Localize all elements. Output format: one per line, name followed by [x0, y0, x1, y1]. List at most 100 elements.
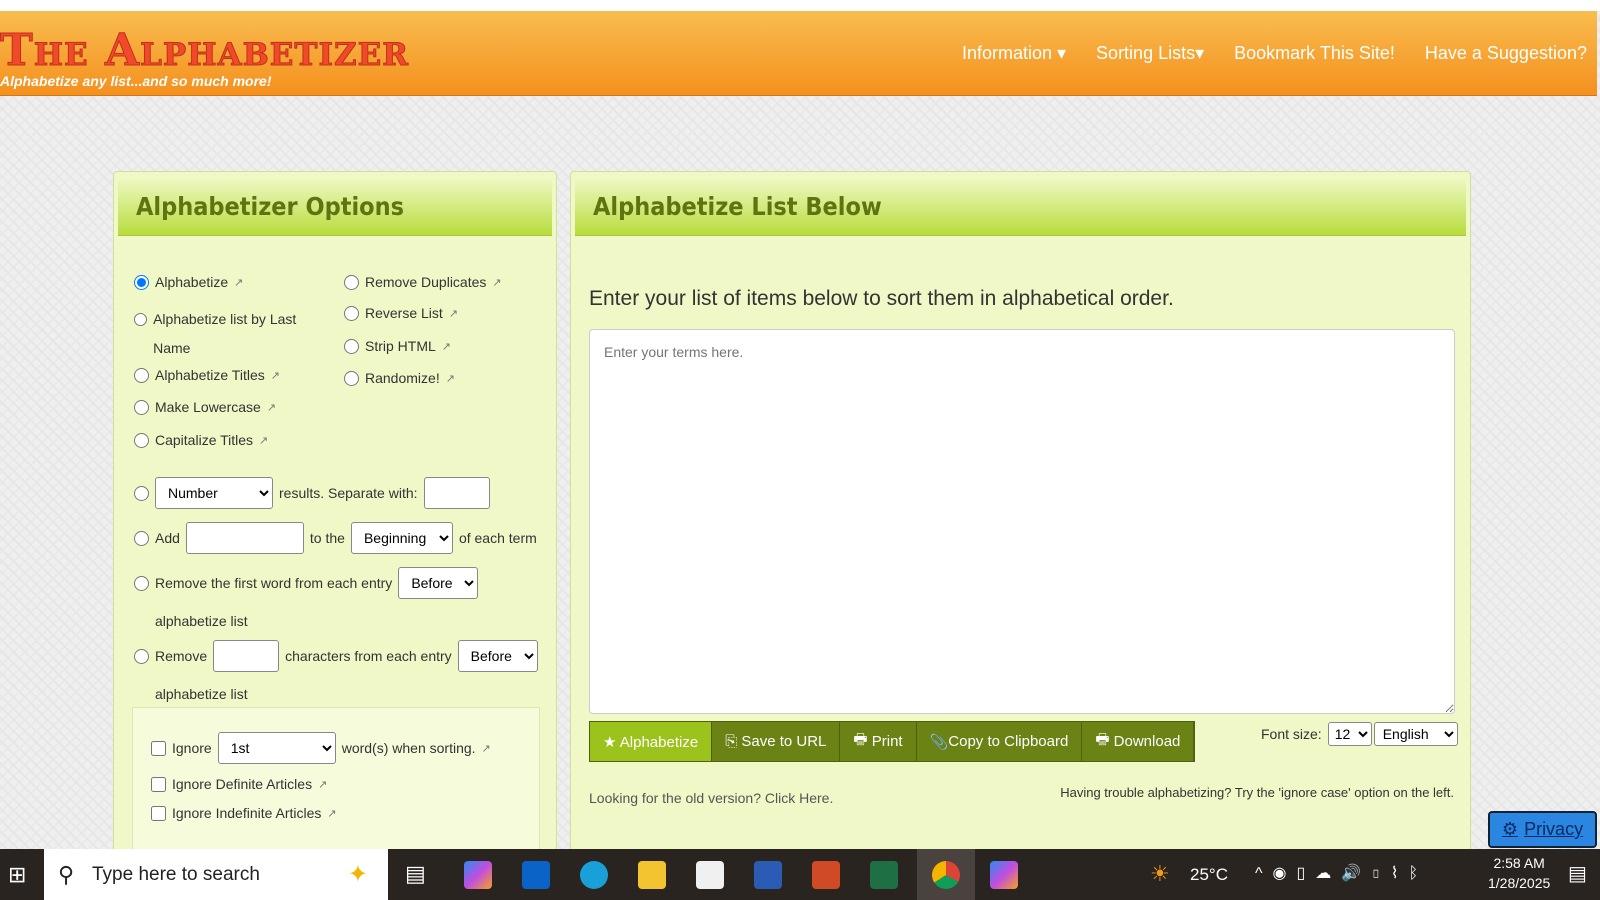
powerpoint-icon[interactable] [812, 861, 840, 889]
list-panel: Alphabetize List Below Enter your list o… [570, 171, 1471, 861]
task-view-icon[interactable]: ▤ [405, 861, 426, 887]
list-title: Alphabetize List Below [593, 192, 882, 221]
checkbox[interactable] [151, 740, 166, 756]
search-placeholder: Type here to search [92, 863, 260, 885]
option-reverse[interactable]: Reverse List ↗ [344, 305, 458, 321]
external-link-icon[interactable]: ↗ [492, 276, 501, 289]
ignore-options-box: Ignore 1st word(s) when sorting. ↗ Ignore D… [132, 707, 540, 867]
notification-icon[interactable]: ▤ [1568, 861, 1587, 886]
external-link-icon[interactable]: ↗ [446, 372, 455, 385]
copy-button[interactable]: 📎 Copy to Clipboard [916, 722, 1083, 761]
radio[interactable] [344, 338, 359, 354]
system-tray-icons[interactable]: ^◉▯☁🔊▯⌇ᛒ [1255, 863, 1428, 883]
label: results. Separate with: [279, 485, 418, 501]
option-remove-characters: Remove characters from each entry Before [134, 640, 538, 672]
date: 1/28/2025 [1488, 875, 1551, 891]
alphabetize-button[interactable]: ★ Alphabetize [590, 722, 713, 761]
print-button[interactable]: 🖶 Print [840, 722, 917, 761]
taskbar-search[interactable]: ⚲ Type here to search ✦ [44, 849, 388, 900]
radio[interactable] [134, 530, 149, 546]
external-link-icon[interactable]: ↗ [259, 434, 268, 447]
separator-input[interactable] [423, 477, 490, 509]
label: of each term [458, 530, 537, 546]
site-tagline: Alphabetize any list...and so much more! [0, 73, 272, 89]
radio[interactable] [344, 370, 359, 386]
before-select-2[interactable]: Before [457, 640, 538, 672]
option-last-name[interactable]: Alphabetize list by Last Name [134, 305, 314, 363]
label: Remove [155, 648, 208, 664]
ignore-word-select[interactable]: 1st [217, 732, 336, 764]
label: Strip HTML [365, 338, 436, 354]
add-text-input[interactable] [185, 522, 304, 554]
radio[interactable] [134, 367, 149, 383]
excel-icon[interactable] [870, 861, 898, 889]
option-remove-duplicates[interactable]: Remove Duplicates ↗ [344, 274, 502, 290]
characters-input[interactable] [213, 640, 280, 672]
file-explorer-icon[interactable] [638, 861, 666, 889]
radio[interactable] [134, 575, 149, 591]
checkbox[interactable] [151, 805, 166, 821]
option-strip-html[interactable]: Strip HTML ↗ [344, 338, 451, 354]
option-randomize[interactable]: Randomize! ↗ [344, 370, 455, 386]
label: Alphabetize [155, 274, 229, 290]
radio[interactable] [134, 432, 149, 448]
label: Privacy [1524, 819, 1584, 839]
privacy-button[interactable]: ⚙ Privacy [1488, 811, 1597, 848]
option-titles[interactable]: Alphabetize Titles ↗ [134, 367, 280, 383]
outlook-icon[interactable] [522, 861, 550, 889]
chrome-taskbar-active[interactable] [917, 849, 975, 900]
before-select[interactable]: Before [398, 567, 479, 599]
option-lowercase[interactable]: Make Lowercase ↗ [134, 399, 276, 415]
external-link-icon[interactable]: ↗ [267, 401, 276, 414]
label: Save to URL [741, 733, 827, 750]
nav-suggestion[interactable]: Have a Suggestion? [1425, 43, 1587, 64]
external-link-icon[interactable]: ↗ [482, 742, 491, 755]
nav-information[interactable]: Information ▾ [962, 43, 1066, 64]
nav-sorting-lists[interactable]: Sorting Lists▾ [1096, 43, 1204, 64]
terms-textarea[interactable] [589, 329, 1455, 714]
option-alphabetize[interactable]: Alphabetize ↗ [134, 274, 243, 290]
radio[interactable] [134, 485, 149, 501]
nav-bookmark[interactable]: Bookmark This Site! [1234, 43, 1395, 64]
label: Download [1113, 733, 1181, 750]
radio[interactable] [134, 312, 148, 327]
external-link-icon[interactable]: ↗ [327, 807, 336, 820]
temperature[interactable]: 25°C [1190, 865, 1228, 885]
clock[interactable]: 2:58 AM 1/28/2025 [1488, 855, 1550, 891]
radio[interactable] [134, 274, 149, 290]
position-select[interactable]: Beginning [350, 522, 453, 554]
external-link-icon[interactable]: ↗ [271, 369, 280, 382]
external-link-icon[interactable]: ↗ [442, 340, 451, 353]
option-ignore-indefinite[interactable]: Ignore Indefinite Articles ↗ [151, 805, 337, 821]
windows-start-icon[interactable]: ⊞ [8, 862, 26, 888]
label: Remove Duplicates [365, 274, 487, 290]
m365-icon[interactable] [990, 861, 1018, 889]
external-link-icon[interactable]: ↗ [234, 276, 243, 289]
site-logo[interactable]: The Alphabetizer [0, 25, 409, 77]
copilot-icon[interactable] [464, 861, 492, 889]
radio[interactable] [134, 399, 149, 415]
edge-icon[interactable] [580, 861, 608, 889]
weather-icon[interactable]: ☀ [1150, 861, 1170, 887]
option-capitalize[interactable]: Capitalize Titles ↗ [134, 432, 268, 448]
number-select[interactable]: Number [155, 477, 273, 509]
checkbox[interactable] [151, 776, 166, 792]
old-version-link[interactable]: Looking for the old version? Click Here. [589, 790, 833, 806]
radio[interactable] [344, 274, 359, 290]
label: characters from each entry [285, 648, 452, 664]
download-button[interactable]: 🖶 Download [1082, 722, 1195, 761]
option-ignore-definite[interactable]: Ignore Definite Articles ↗ [151, 776, 327, 792]
font-size-select[interactable]: 12 [1327, 722, 1372, 746]
language-select[interactable]: English [1373, 722, 1458, 746]
radio[interactable] [134, 648, 149, 664]
taskbar: ⊞ ⚲ Type here to search ✦ ▤ ☀ 25°C ^◉▯☁🔊▯⌇… [0, 849, 1600, 900]
save-to-url-button[interactable]: ⎘ Save to URL [712, 722, 841, 761]
gear-icon: ⚙ [1501, 819, 1519, 839]
print-icon: 🖶 [853, 731, 872, 748]
external-link-icon[interactable]: ↗ [318, 778, 327, 791]
external-link-icon[interactable]: ↗ [449, 307, 458, 320]
radio[interactable] [344, 305, 359, 321]
store-icon[interactable] [696, 861, 724, 889]
word-icon[interactable] [754, 861, 782, 889]
time: 2:58 AM [1493, 855, 1545, 871]
